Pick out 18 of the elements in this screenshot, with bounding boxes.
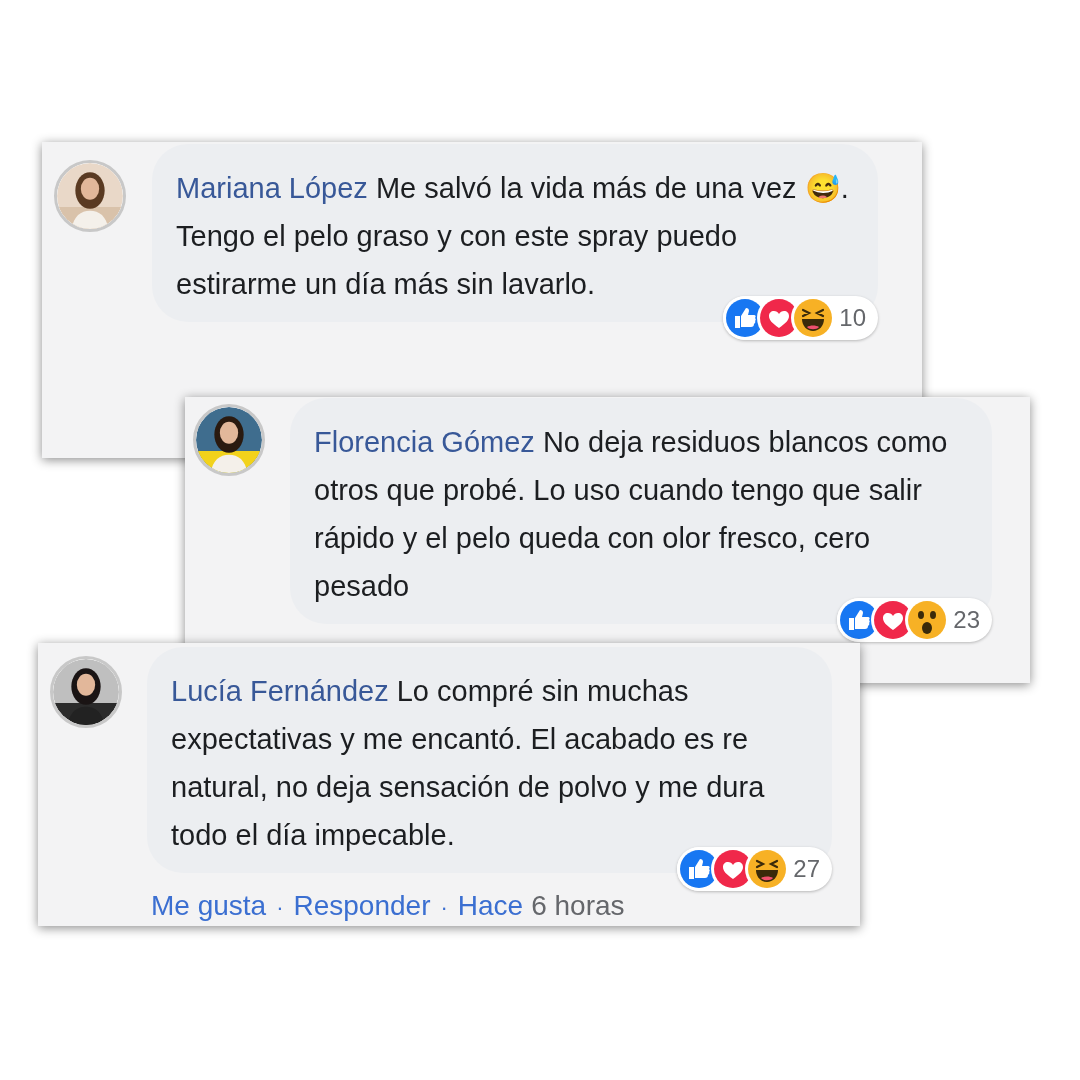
action-link[interactable]: Me gusta: [151, 885, 267, 927]
surprised-emoji-icon: [907, 600, 948, 640]
timestamp: 6 horas: [531, 889, 625, 923]
reactions-pill[interactable]: 27: [677, 847, 832, 891]
author-link[interactable]: Lucía Fernández: [171, 675, 389, 707]
reactions-pill[interactable]: 10: [723, 296, 878, 340]
author-link[interactable]: Mariana López: [176, 172, 368, 204]
laughing-emoji-icon: [747, 849, 788, 889]
reaction-count: 10: [839, 303, 866, 333]
reaction-count: 27: [793, 854, 820, 884]
laughing-emoji-icon: [793, 298, 834, 338]
author-link[interactable]: Florencia Gómez: [314, 426, 535, 458]
action-link[interactable]: Hace: [457, 885, 524, 927]
reaction-count: 23: [953, 605, 980, 635]
separator-dot: ·: [276, 894, 284, 922]
separator-dot: ·: [440, 894, 448, 922]
action-link[interactable]: Responder: [293, 885, 431, 927]
reactions-pill[interactable]: 23: [837, 598, 992, 642]
